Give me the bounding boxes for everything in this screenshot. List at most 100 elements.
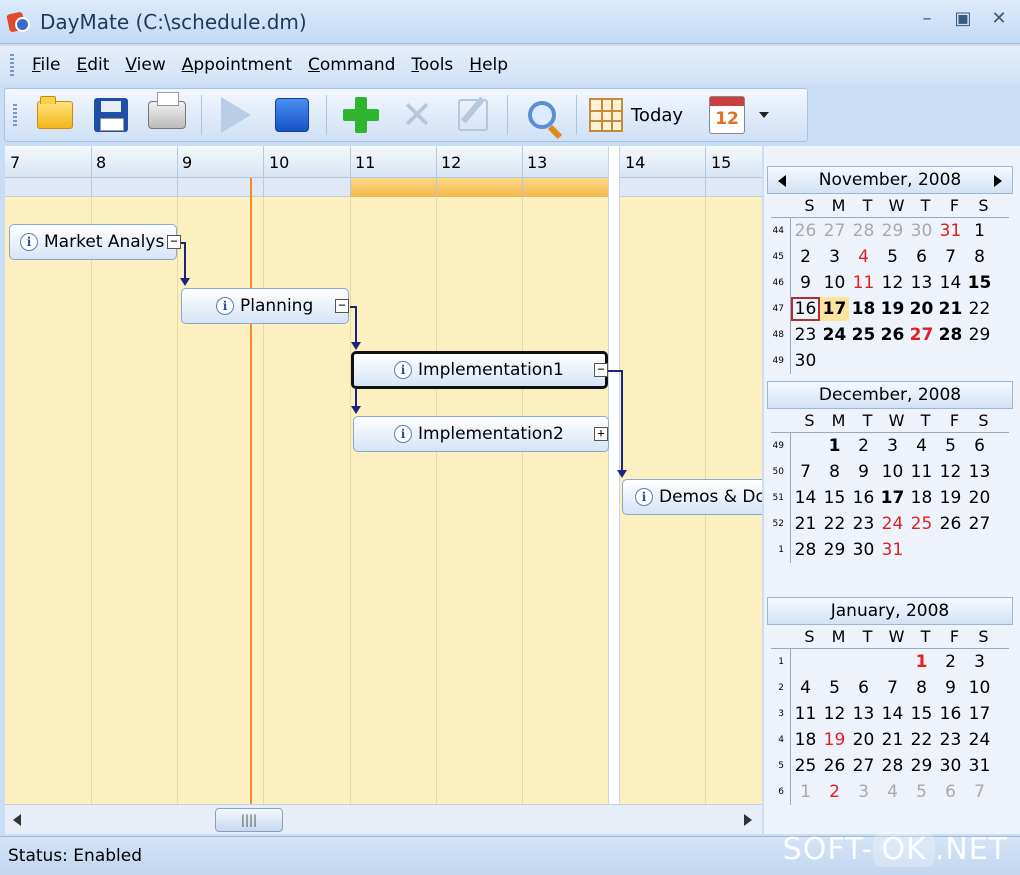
day-cell[interactable]: 27 [820,219,849,243]
menu-command[interactable]: Command [300,55,403,75]
day-cell[interactable]: 1 [907,650,936,674]
day-cell[interactable]: 24 [965,728,994,752]
day-cell[interactable]: 6 [936,780,965,804]
day-cell[interactable]: 18 [849,297,878,321]
day-cell[interactable]: 7 [878,676,907,700]
day-cell[interactable]: 27 [965,512,994,536]
day-cell[interactable]: 14 [878,702,907,726]
day-cell[interactable]: 1 [965,219,994,243]
day-cell[interactable]: 11 [849,271,878,295]
expand-toggle[interactable]: + [594,427,608,441]
day-cell[interactable]: 4 [791,676,820,700]
day-cell[interactable]: 29 [965,323,994,347]
day-cell[interactable]: 31 [965,754,994,778]
day-cell[interactable]: 29 [820,538,849,562]
day-cell[interactable]: 6 [965,434,994,458]
prev-month-arrow[interactable] [778,175,786,187]
day-cell[interactable]: 26 [878,323,907,347]
edit-button[interactable] [449,93,497,137]
day-cell[interactable]: 20 [965,486,994,510]
day-cell[interactable]: 25 [791,754,820,778]
day-cell[interactable]: 5 [936,434,965,458]
horizontal-scrollbar[interactable]: |||| [5,804,762,834]
day-cell[interactable]: 8 [907,676,936,700]
day-cell[interactable]: 3 [820,245,849,269]
day-cell[interactable]: 18 [907,486,936,510]
day-cell[interactable]: 12 [936,460,965,484]
day-cell[interactable]: 16 [936,702,965,726]
day-cell[interactable]: 12 [878,271,907,295]
day-cell[interactable]: 26 [791,219,820,243]
day-cell[interactable]: 2 [849,434,878,458]
day-cell[interactable]: 19 [878,297,907,321]
menu-file[interactable]: File [24,55,68,75]
search-button[interactable] [518,93,566,137]
day-cell[interactable]: 5 [820,676,849,700]
day-cell[interactable]: 12 [820,702,849,726]
info-icon[interactable]: i [216,297,234,315]
day-cell[interactable]: 6 [907,245,936,269]
day-cell[interactable]: 10 [965,676,994,700]
day-cell[interactable]: 30 [849,538,878,562]
task-demos[interactable]: i Demos & Do [622,479,762,515]
day-cell[interactable]: 1 [791,780,820,804]
scroll-thumb[interactable]: |||| [215,808,283,832]
day-cell[interactable]: 29 [878,219,907,243]
day-cell[interactable]: 30 [936,754,965,778]
day-cell[interactable]: 8 [820,460,849,484]
day-cell[interactable]: 24 [878,512,907,536]
day-cell[interactable]: 22 [907,728,936,752]
day-cell[interactable]: 17 [965,702,994,726]
gantt-view[interactable]: 7 8 9 10 11 12 13 14 15 i Market Analys … [5,146,762,804]
menu-view[interactable]: View [117,55,173,75]
day-cell[interactable]: 19 [936,486,965,510]
day-cell[interactable]: 11 [907,460,936,484]
day-cell[interactable]: 16 [791,297,820,321]
stop-button[interactable] [268,93,316,137]
day-cell[interactable]: 17 [878,486,907,510]
add-button[interactable] [337,93,385,137]
day-cell[interactable]: 25 [907,512,936,536]
minimize-icon[interactable]: – [916,8,938,29]
task-implementation1[interactable]: i Implementation1 − [351,351,608,389]
day-cell[interactable]: 20 [907,297,936,321]
day-cell[interactable]: 13 [907,271,936,295]
day-cell[interactable]: 20 [849,728,878,752]
day-cell[interactable]: 14 [791,486,820,510]
menu-help[interactable]: Help [461,55,516,75]
menu-appointment[interactable]: Appointment [174,55,300,75]
day-cell[interactable]: 5 [878,245,907,269]
day-cell[interactable]: 31 [878,538,907,562]
day-cell[interactable]: 28 [936,323,965,347]
day-cell[interactable]: 28 [878,754,907,778]
day-cell[interactable]: 26 [820,754,849,778]
day-cell[interactable]: 9 [791,271,820,295]
day-cell[interactable]: 2 [791,245,820,269]
calendar-dropdown-button[interactable]: 12 [703,93,775,137]
save-button[interactable] [87,93,135,137]
day-cell[interactable]: 30 [791,349,820,373]
day-cell[interactable]: 3 [878,434,907,458]
task-planning[interactable]: i Planning − [181,288,349,324]
day-cell[interactable]: 7 [936,245,965,269]
day-cell[interactable]: 11 [791,702,820,726]
collapse-toggle[interactable]: − [167,235,181,249]
next-month-arrow[interactable] [994,175,1002,187]
day-cell[interactable]: 10 [820,271,849,295]
maximize-icon[interactable]: ▣ [952,8,974,29]
day-cell[interactable]: 28 [849,219,878,243]
collapse-toggle[interactable]: − [594,363,608,377]
day-cell[interactable]: 23 [849,512,878,536]
today-button[interactable]: Today [583,93,689,137]
menu-edit[interactable]: Edit [68,55,117,75]
day-cell[interactable]: 9 [849,460,878,484]
scroll-left-arrow[interactable] [13,814,21,826]
info-icon[interactable]: i [20,233,38,251]
day-cell[interactable]: 5 [907,780,936,804]
collapse-toggle[interactable]: − [335,299,349,313]
day-cell[interactable]: 15 [907,702,936,726]
day-cell[interactable]: 14 [936,271,965,295]
day-cell[interactable]: 21 [878,728,907,752]
day-cell[interactable]: 7 [791,460,820,484]
day-cell[interactable]: 15 [820,486,849,510]
